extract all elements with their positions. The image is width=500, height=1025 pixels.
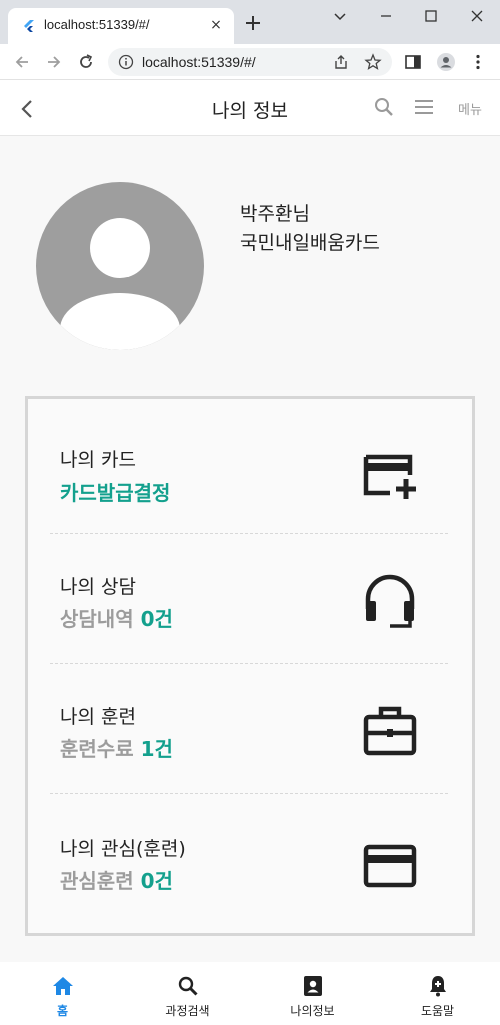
bottom-navigation: 홈 과정검색 나의정보 도움말 — [0, 962, 500, 1025]
tab-search-chevron-icon[interactable] — [330, 6, 350, 26]
item-status: 카드발급결정 — [60, 477, 170, 506]
list-item-my-consulting[interactable]: 나의 상담 상담내역 0건 — [50, 535, 450, 665]
side-panel-icon[interactable] — [403, 52, 423, 72]
nav-label: 과정검색 — [165, 1004, 210, 1018]
flutter-favicon-icon — [24, 20, 34, 32]
search-icon[interactable] — [372, 95, 396, 119]
minimize-icon[interactable] — [376, 6, 396, 26]
consulting-label: 상담내역 — [60, 607, 141, 631]
list-item-my-card[interactable]: 나의 카드 카드발급결정 — [50, 405, 450, 535]
interest-label: 관심훈련 — [60, 869, 141, 893]
back-arrow-icon[interactable] — [12, 52, 32, 72]
row-divider — [50, 533, 448, 534]
profile-name: 박주환님 — [240, 203, 310, 225]
forward-arrow-icon[interactable] — [44, 52, 64, 72]
nav-my-info[interactable]: 나의정보 — [250, 962, 375, 1025]
row-divider — [50, 793, 448, 794]
item-status: 훈련수료 1건 — [60, 733, 173, 762]
site-info-icon[interactable] — [118, 54, 134, 70]
url-text[interactable]: localhost:51339/#/ — [142, 54, 256, 70]
browser-tab[interactable]: localhost:51339/#/ × — [8, 8, 234, 44]
new-tab-icon[interactable] — [244, 14, 262, 32]
item-title: 나의 관심(훈련) — [60, 838, 186, 860]
nav-help[interactable]: 도움말 — [375, 962, 500, 1025]
avatar-placeholder-icon — [36, 182, 204, 350]
card-status-value: 카드발급결정 — [60, 481, 171, 505]
app-bar: 나의 정보 메뉴 — [0, 80, 500, 136]
contact-card-icon — [303, 976, 322, 996]
bell-plus-icon — [429, 976, 446, 997]
nav-home[interactable]: 홈 — [0, 962, 125, 1025]
training-label: 훈련수료 — [60, 737, 141, 761]
consulting-count: 0건 — [140, 607, 173, 631]
item-title: 나의 상담 — [60, 576, 136, 598]
profile-avatar-icon[interactable] — [436, 52, 456, 72]
briefcase-icon — [363, 706, 417, 756]
nav-label: 도움말 — [420, 1004, 455, 1018]
list-item-my-interest[interactable]: 나의 관심(훈련) 관심훈련 0건 — [50, 795, 450, 925]
headset-icon — [365, 574, 415, 628]
item-status: 상담내역 0건 — [60, 603, 173, 632]
item-title: 나의 훈련 — [60, 706, 136, 728]
nav-course-search[interactable]: 과정검색 — [125, 962, 250, 1025]
training-count: 1건 — [140, 737, 173, 761]
search-icon — [178, 976, 198, 996]
profile-card-type: 국민내일배움카드 — [240, 232, 380, 254]
reload-icon[interactable] — [76, 52, 96, 72]
bookmark-star-icon[interactable] — [364, 53, 382, 71]
close-window-icon[interactable] — [467, 6, 487, 26]
nav-label: 홈 — [56, 1004, 69, 1018]
item-status: 관심훈련 0건 — [60, 865, 173, 894]
my-info-panel: 나의 카드 카드발급결정 나의 상담 상담내역 0건 나의 훈련 훈련수료 1건 — [25, 396, 475, 936]
tab-close-icon[interactable]: × — [208, 17, 224, 33]
item-title: 나의 카드 — [60, 449, 136, 471]
tab-title: localhost:51339/#/ — [44, 17, 150, 32]
hamburger-menu-icon[interactable] — [412, 95, 436, 119]
maximize-icon[interactable] — [421, 6, 441, 26]
card-add-icon — [363, 454, 416, 499]
nav-label: 나의정보 — [290, 1004, 335, 1018]
list-item-my-training[interactable]: 나의 훈련 훈련수료 1건 — [50, 665, 450, 795]
menu-label[interactable]: 메뉴 — [458, 99, 482, 118]
browser-toolbar: localhost:51339/#/ — [0, 44, 500, 80]
credit-card-icon — [363, 844, 417, 888]
row-divider — [50, 663, 448, 664]
browser-tabstrip: localhost:51339/#/ × — [0, 0, 500, 44]
interest-count: 0건 — [140, 869, 173, 893]
kebab-menu-icon[interactable] — [468, 52, 488, 72]
address-bar[interactable]: localhost:51339/#/ — [108, 48, 392, 76]
share-icon[interactable] — [332, 53, 350, 71]
home-icon — [52, 977, 73, 995]
